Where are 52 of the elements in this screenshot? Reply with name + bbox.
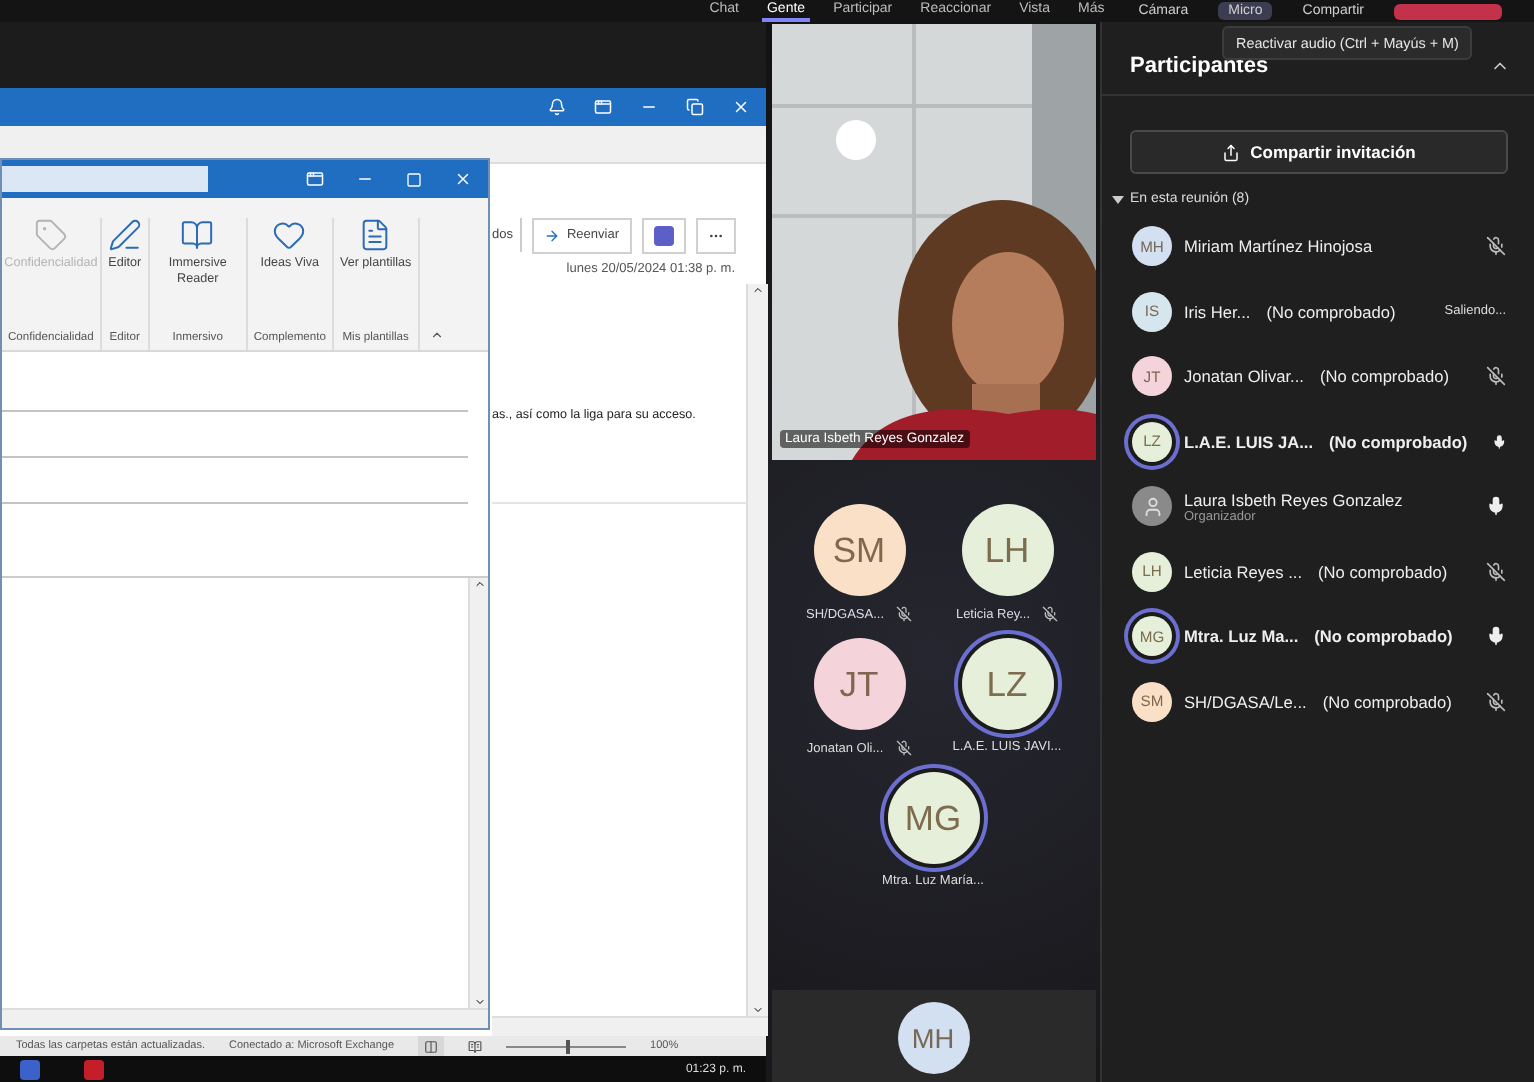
share-invitation-button[interactable]: Compartir invitación bbox=[1130, 130, 1508, 174]
verification-note: (No comprobado) bbox=[1319, 366, 1450, 387]
window-icon[interactable] bbox=[306, 170, 324, 188]
window-icon[interactable] bbox=[594, 98, 612, 116]
bell-icon[interactable] bbox=[548, 98, 566, 116]
verification-note: (No comprobado) bbox=[1322, 691, 1452, 712]
scroll-down-icon[interactable] bbox=[473, 996, 485, 1008]
verification-note: (No comprobado) bbox=[1329, 431, 1468, 452]
app-icon[interactable] bbox=[84, 1059, 104, 1079]
share-icon bbox=[1222, 143, 1241, 161]
caret-icon bbox=[1112, 193, 1124, 205]
participant-avatar: MG bbox=[887, 772, 979, 864]
participant-avatar: SM bbox=[813, 504, 905, 596]
participant-name: Leticia Reyes ... bbox=[1184, 561, 1303, 582]
teams-button[interactable] bbox=[641, 217, 685, 253]
participant-name: Iris Her... bbox=[1184, 301, 1251, 322]
app-icon bbox=[653, 225, 673, 245]
arrow-icon bbox=[544, 227, 561, 243]
close-icon[interactable] bbox=[732, 98, 750, 116]
tag-icon bbox=[33, 218, 68, 252]
pen-icon bbox=[107, 218, 142, 252]
verification-note: (No comprobado) bbox=[1266, 301, 1396, 322]
restore-icon[interactable] bbox=[686, 98, 704, 116]
participant-name: Laura Isbeth Reyes Gonzalez bbox=[1184, 489, 1403, 510]
reading-view-icon[interactable] bbox=[468, 1039, 483, 1053]
participant-name: Mtra. Luz Ma... bbox=[1184, 626, 1299, 647]
scroll-up-icon[interactable] bbox=[751, 284, 763, 296]
participant-avatar: MH bbox=[897, 1002, 969, 1074]
search-field[interactable] bbox=[2, 166, 208, 192]
app-icon[interactable] bbox=[20, 1059, 40, 1079]
horizontal-scrollbar[interactable] bbox=[492, 1016, 767, 1036]
vertical-scrollbar[interactable] bbox=[745, 284, 767, 1016]
participant-avatar: JT bbox=[813, 638, 905, 730]
participant-avatar: LZ bbox=[961, 638, 1053, 730]
maximize-icon[interactable] bbox=[406, 171, 422, 187]
book-icon bbox=[180, 218, 215, 252]
verification-note: (No comprobado) bbox=[1314, 626, 1453, 647]
scroll-up-icon[interactable] bbox=[473, 578, 485, 590]
panel-title: Participantes bbox=[1130, 54, 1269, 78]
participant-name: L.A.E. LUIS JA... bbox=[1184, 431, 1314, 452]
participant-name: Miriam Martínez Hinojosa bbox=[1184, 236, 1373, 257]
verification-note: (No comprobado) bbox=[1318, 561, 1448, 582]
horizontal-scrollbar[interactable] bbox=[2, 1008, 488, 1028]
participant-avatar: LH bbox=[961, 504, 1053, 596]
scroll-down-icon[interactable] bbox=[751, 1004, 763, 1016]
participant-name: SH/DGASA/Le... bbox=[1184, 691, 1307, 712]
doc-icon bbox=[358, 218, 393, 252]
vertical-scrollbar[interactable] bbox=[468, 578, 488, 1008]
participant-name: Jonatan Olivar... bbox=[1184, 366, 1304, 387]
normal-view-button[interactable] bbox=[418, 1036, 445, 1056]
leave-button[interactable] bbox=[1394, 3, 1502, 19]
close-icon[interactable] bbox=[454, 170, 472, 188]
